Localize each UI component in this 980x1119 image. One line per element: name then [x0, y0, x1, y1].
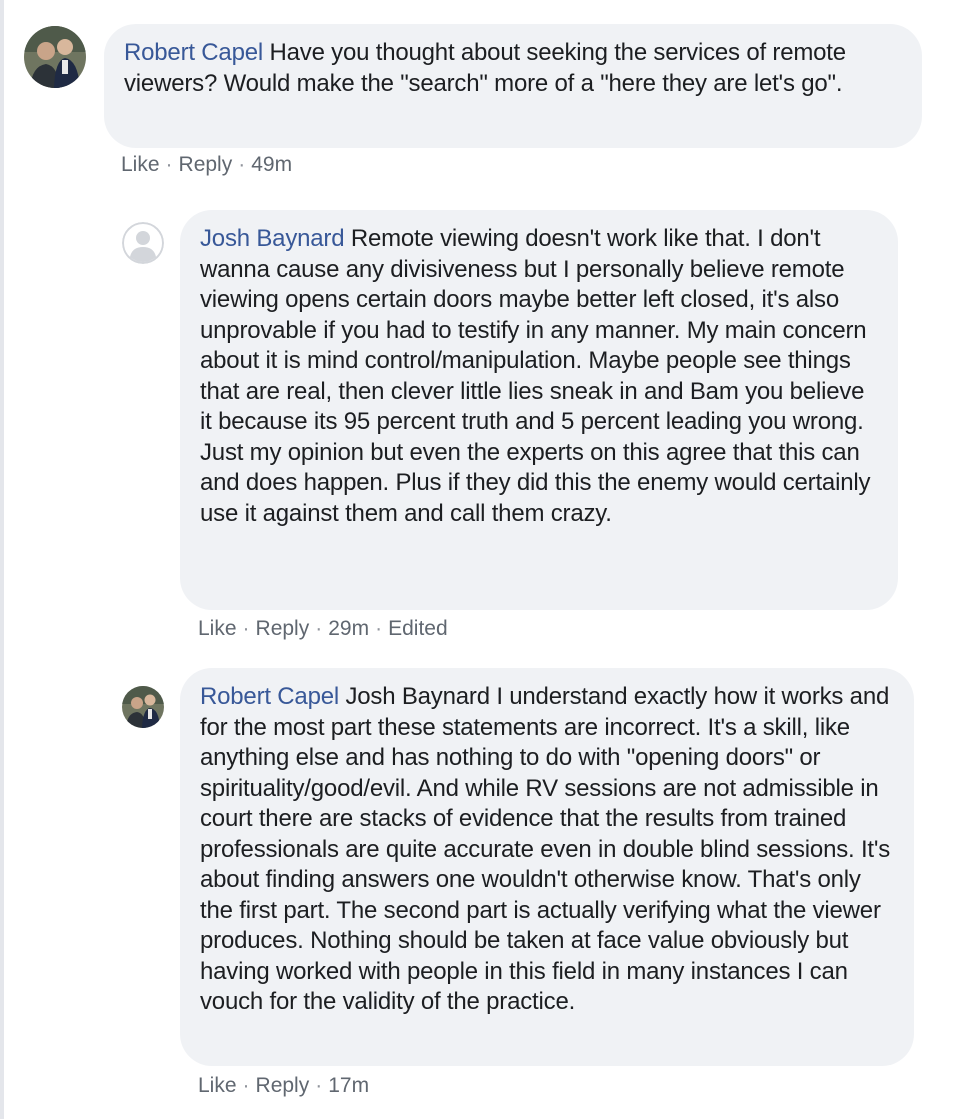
timestamp[interactable]: 17m — [328, 1074, 369, 1097]
separator: · — [238, 153, 246, 176]
comment-text: I understand exactly how it works and fo… — [200, 683, 891, 1015]
reply-josh-baynard: Josh Baynard Remote viewing doesn't work… — [0, 190, 980, 660]
reply-link[interactable]: Reply — [256, 617, 310, 640]
comment-robert-capel-1: Robert Capel Have you thought about seek… — [0, 0, 980, 190]
default-avatar-icon — [122, 222, 164, 264]
reply-robert-capel: Robert Capel Josh Baynard I understand e… — [0, 660, 980, 1119]
comment-bubble: Robert Capel Josh Baynard I understand e… — [180, 668, 914, 1066]
avatar-robert-capel[interactable] — [24, 26, 86, 88]
person-photo-icon — [122, 686, 164, 728]
comment-author[interactable]: Robert Capel — [200, 683, 339, 710]
timestamp[interactable]: 49m — [251, 153, 292, 176]
comment-bubble: Josh Baynard Remote viewing doesn't work… — [180, 210, 898, 610]
comment-text: Remote viewing doesn't work like that. I… — [200, 225, 871, 527]
comment-actions: Like · Reply · 17m — [198, 1074, 369, 1098]
reply-link[interactable]: Reply — [179, 153, 233, 176]
like-link[interactable]: Like — [121, 153, 160, 176]
separator: · — [375, 617, 383, 640]
timestamp[interactable]: 29m — [328, 617, 369, 640]
comment-bubble: Robert Capel Have you thought about seek… — [104, 24, 922, 148]
separator: · — [315, 617, 323, 640]
separator: · — [242, 617, 250, 640]
comment-actions: Like · Reply · 49m — [121, 153, 292, 177]
avatar-robert-capel[interactable] — [122, 686, 164, 728]
avatar-josh-baynard[interactable] — [122, 222, 164, 264]
person-photo-icon — [24, 26, 86, 88]
separator: · — [242, 1074, 250, 1097]
comment-actions: Like · Reply · 29m · Edited — [198, 617, 448, 641]
comment-author[interactable]: Josh Baynard — [200, 225, 345, 252]
like-link[interactable]: Like — [198, 1074, 237, 1097]
separator: · — [315, 1074, 323, 1097]
reply-link[interactable]: Reply — [256, 1074, 310, 1097]
edited-label[interactable]: Edited — [388, 617, 448, 640]
like-link[interactable]: Like — [198, 617, 237, 640]
mention-link[interactable]: Josh Baynard — [345, 683, 490, 710]
separator: · — [165, 153, 173, 176]
comment-author[interactable]: Robert Capel — [124, 39, 263, 66]
